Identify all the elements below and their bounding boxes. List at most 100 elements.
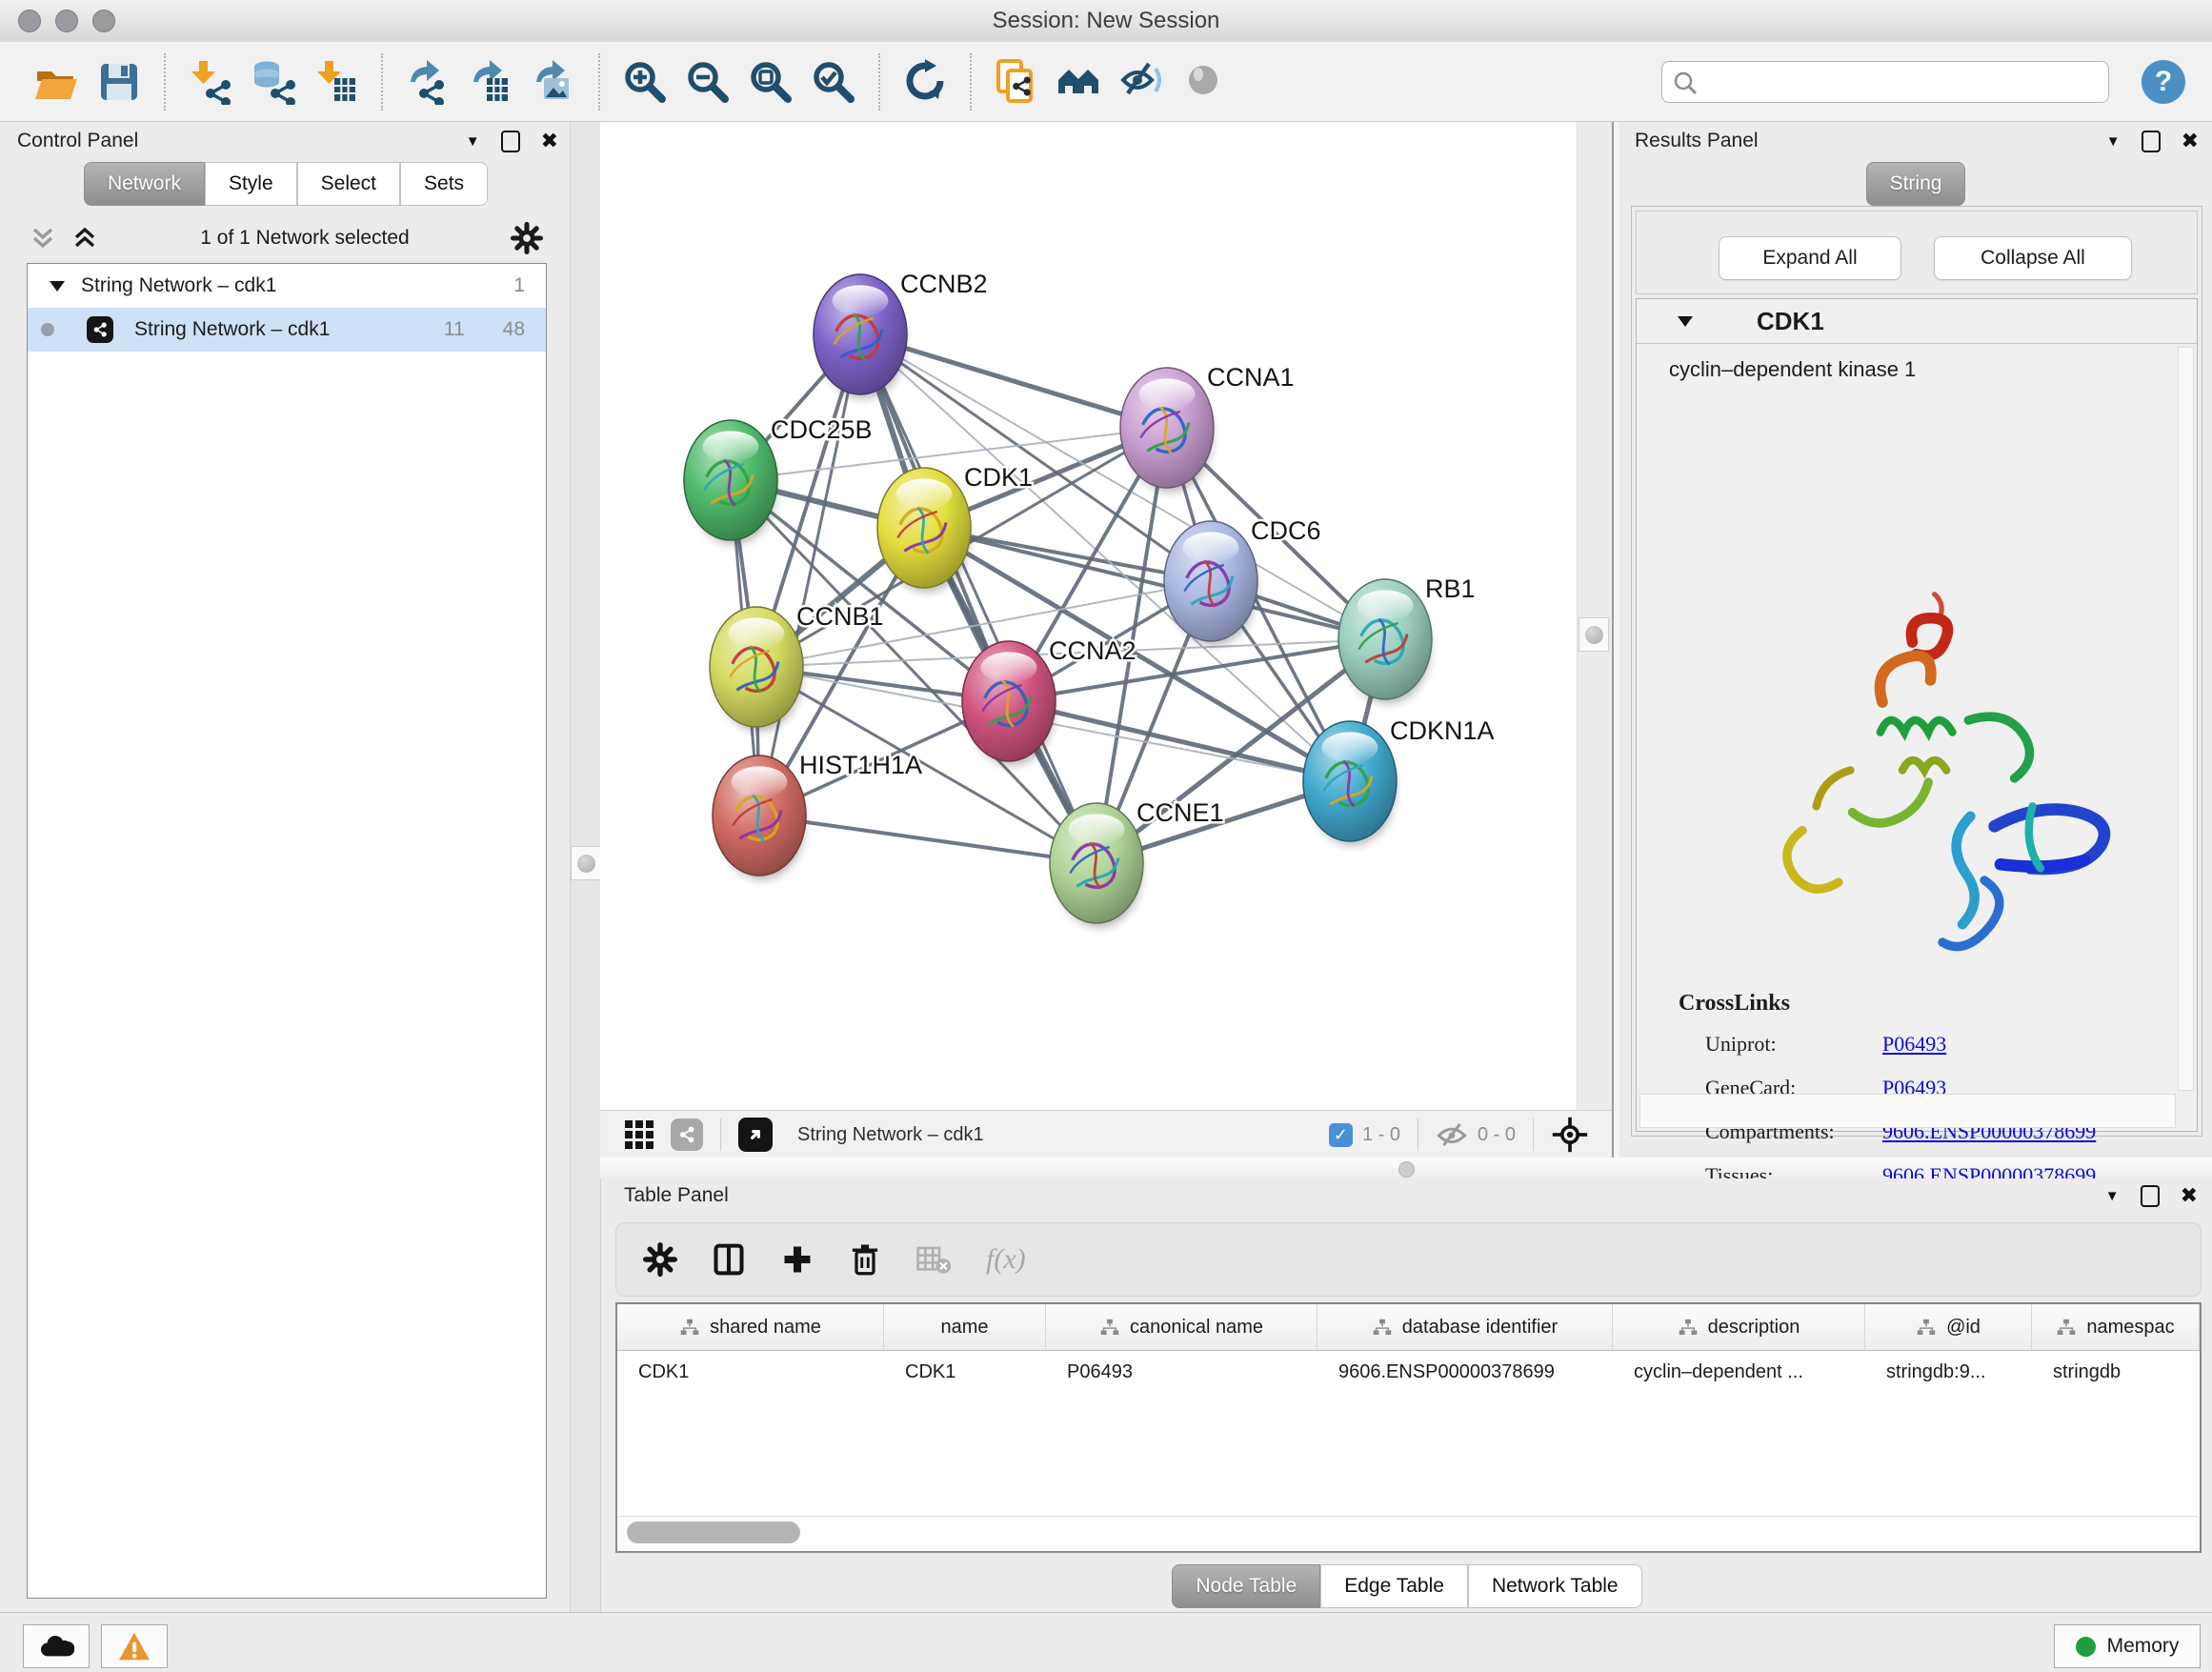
tab-select[interactable]: Select: [297, 162, 400, 206]
tab-sets[interactable]: Sets: [400, 162, 488, 206]
right-splitter[interactable]: [1577, 122, 1613, 1110]
warnings-button[interactable]: [101, 1624, 168, 1668]
tab-style[interactable]: Style: [205, 162, 297, 206]
right-splitter-knob[interactable]: [1579, 617, 1609, 652]
network-canvas[interactable]: CCNB2 CCNA1 CDC25B CDK1 CDC6 RB1 CCNB1 C…: [600, 122, 1577, 1110]
panel-close-icon[interactable]: ✖: [541, 131, 558, 151]
panel-collapse-icon[interactable]: ▼: [2106, 133, 2121, 150]
export-image-button[interactable]: [522, 48, 585, 116]
column-header-canonical-name[interactable]: canonical name: [1046, 1304, 1317, 1350]
help-button[interactable]: ?: [2142, 60, 2185, 104]
tree-expander-icon[interactable]: [49, 279, 66, 292]
network-node[interactable]: CCNE1: [1050, 798, 1224, 928]
column-header-shared-name[interactable]: shared name: [617, 1304, 884, 1350]
collapse-all-networks-icon[interactable]: [29, 224, 57, 252]
fit-selected-crosshair-icon[interactable]: [1551, 1116, 1589, 1154]
table-horizontal-scrollbar[interactable]: [619, 1516, 2198, 1549]
import-table-button[interactable]: [305, 48, 368, 116]
import-database-button[interactable]: [242, 48, 305, 116]
network-edge[interactable]: [759, 816, 1096, 863]
zoom-out-button[interactable]: [676, 48, 739, 116]
network-collection-row[interactable]: String Network – cdk1 1: [28, 264, 546, 308]
results-horizontal-scrollbar[interactable]: [1639, 1094, 2176, 1128]
panel-float-icon[interactable]: [2141, 1185, 2160, 1207]
left-splitter[interactable]: [570, 122, 601, 1612]
expand-all-button[interactable]: Expand All: [1719, 236, 1901, 280]
export-table-button[interactable]: [459, 48, 522, 116]
gene-section-header[interactable]: CDK1: [1637, 299, 2197, 344]
tab-edge-table[interactable]: Edge Table: [1320, 1564, 1468, 1608]
network-node[interactable]: CDC6: [1164, 516, 1321, 646]
panel-collapse-icon[interactable]: ▼: [2105, 1188, 2120, 1204]
selected-nodes-checkbox-icon[interactable]: ✓: [1329, 1123, 1353, 1147]
column-header-name[interactable]: name: [884, 1304, 1046, 1350]
import-network-button[interactable]: [179, 48, 242, 116]
table-cell[interactable]: CDK1: [617, 1361, 884, 1383]
first-neighbors-button[interactable]: [1048, 48, 1111, 116]
table-row[interactable]: CDK1CDK1P064939606.ENSP00000378699cyclin…: [617, 1351, 2200, 1393]
refresh-button[interactable]: [894, 48, 956, 116]
column-header-database-identifier[interactable]: database identifier: [1317, 1304, 1613, 1350]
horizontal-splitter-knob[interactable]: [1398, 1161, 1415, 1178]
network-options-gear-icon[interactable]: [511, 222, 543, 254]
cloud-button[interactable]: [23, 1624, 90, 1668]
network-edge[interactable]: [1009, 701, 1350, 781]
zoom-in-button[interactable]: [613, 48, 676, 116]
collapse-all-button[interactable]: Collapse All: [1934, 236, 2132, 280]
table-cell[interactable]: P06493: [1046, 1361, 1317, 1383]
panel-close-icon[interactable]: ✖: [2182, 131, 2199, 151]
open-session-button[interactable]: [25, 48, 88, 116]
column-header-description[interactable]: description: [1613, 1304, 1865, 1350]
tab-network[interactable]: Network: [84, 162, 205, 206]
hidden-eye-slash-icon[interactable]: [1436, 1120, 1468, 1149]
network-node[interactable]: CDK1: [877, 463, 1033, 593]
table-cell[interactable]: stringdb:9...: [1865, 1361, 2032, 1383]
tab-node-table[interactable]: Node Table: [1172, 1564, 1320, 1608]
network-row[interactable]: String Network – cdk1 11 48: [28, 308, 546, 352]
panel-collapse-icon[interactable]: ▼: [466, 133, 480, 150]
table-cell[interactable]: stringdb: [2032, 1361, 2200, 1383]
network-node[interactable]: CCNA2: [962, 636, 1136, 766]
network-node[interactable]: HIST1H1A: [713, 751, 922, 880]
network-edge[interactable]: [759, 334, 860, 816]
network-node[interactable]: CCNB1: [710, 602, 884, 732]
birdseye-view-icon[interactable]: [738, 1118, 773, 1152]
memory-button[interactable]: Memory: [2054, 1624, 2201, 1668]
panel-float-icon[interactable]: [501, 131, 520, 152]
table-cell[interactable]: 9606.ENSP00000378699: [1317, 1361, 1613, 1383]
left-splitter-knob[interactable]: [571, 846, 601, 880]
network-node[interactable]: CDC25B: [684, 415, 873, 545]
table-scrollbar-thumb[interactable]: [627, 1521, 800, 1543]
zoom-fit-button[interactable]: [739, 48, 802, 116]
crosslink-link[interactable]: P06493: [1882, 1032, 1946, 1057]
section-expander-icon[interactable]: [1677, 314, 1694, 328]
network-node[interactable]: CDKN1A: [1303, 716, 1495, 846]
network-edge[interactable]: [860, 334, 1096, 863]
panel-float-icon[interactable]: [2142, 131, 2161, 152]
panel-close-icon[interactable]: ✖: [2181, 1185, 2198, 1206]
delete-column-trash-icon[interactable]: [849, 1242, 881, 1277]
table-cell[interactable]: cyclin–dependent ...: [1613, 1361, 1865, 1383]
column-header--id[interactable]: @id: [1865, 1304, 2032, 1350]
hide-selected-button[interactable]: [1111, 48, 1174, 116]
tab-string[interactable]: String: [1866, 162, 1966, 206]
network-snapshot-button[interactable]: [985, 48, 1048, 116]
string-view-icon[interactable]: [671, 1118, 703, 1151]
column-header-namespac[interactable]: namespac: [2032, 1304, 2200, 1350]
results-vertical-scrollbar[interactable]: [2178, 347, 2194, 1091]
show-columns-icon[interactable]: [712, 1242, 746, 1277]
table-options-gear-icon[interactable]: [643, 1242, 677, 1277]
show-all-button[interactable]: [1174, 48, 1237, 116]
view-grid-icon[interactable]: [623, 1118, 655, 1151]
network-node[interactable]: CCNA1: [1120, 363, 1295, 493]
add-column-icon[interactable]: [780, 1242, 814, 1277]
table-cell[interactable]: CDK1: [884, 1361, 1046, 1383]
expand-all-networks-icon[interactable]: [70, 224, 99, 252]
tab-network-table[interactable]: Network Table: [1468, 1564, 1642, 1608]
zoom-selected-button[interactable]: [802, 48, 865, 116]
save-session-button[interactable]: [88, 48, 151, 116]
network-node[interactable]: RB1: [1338, 574, 1476, 704]
search-input[interactable]: [1661, 61, 2109, 103]
network-node[interactable]: CCNB2: [814, 270, 988, 399]
export-network-button[interactable]: [396, 48, 459, 116]
